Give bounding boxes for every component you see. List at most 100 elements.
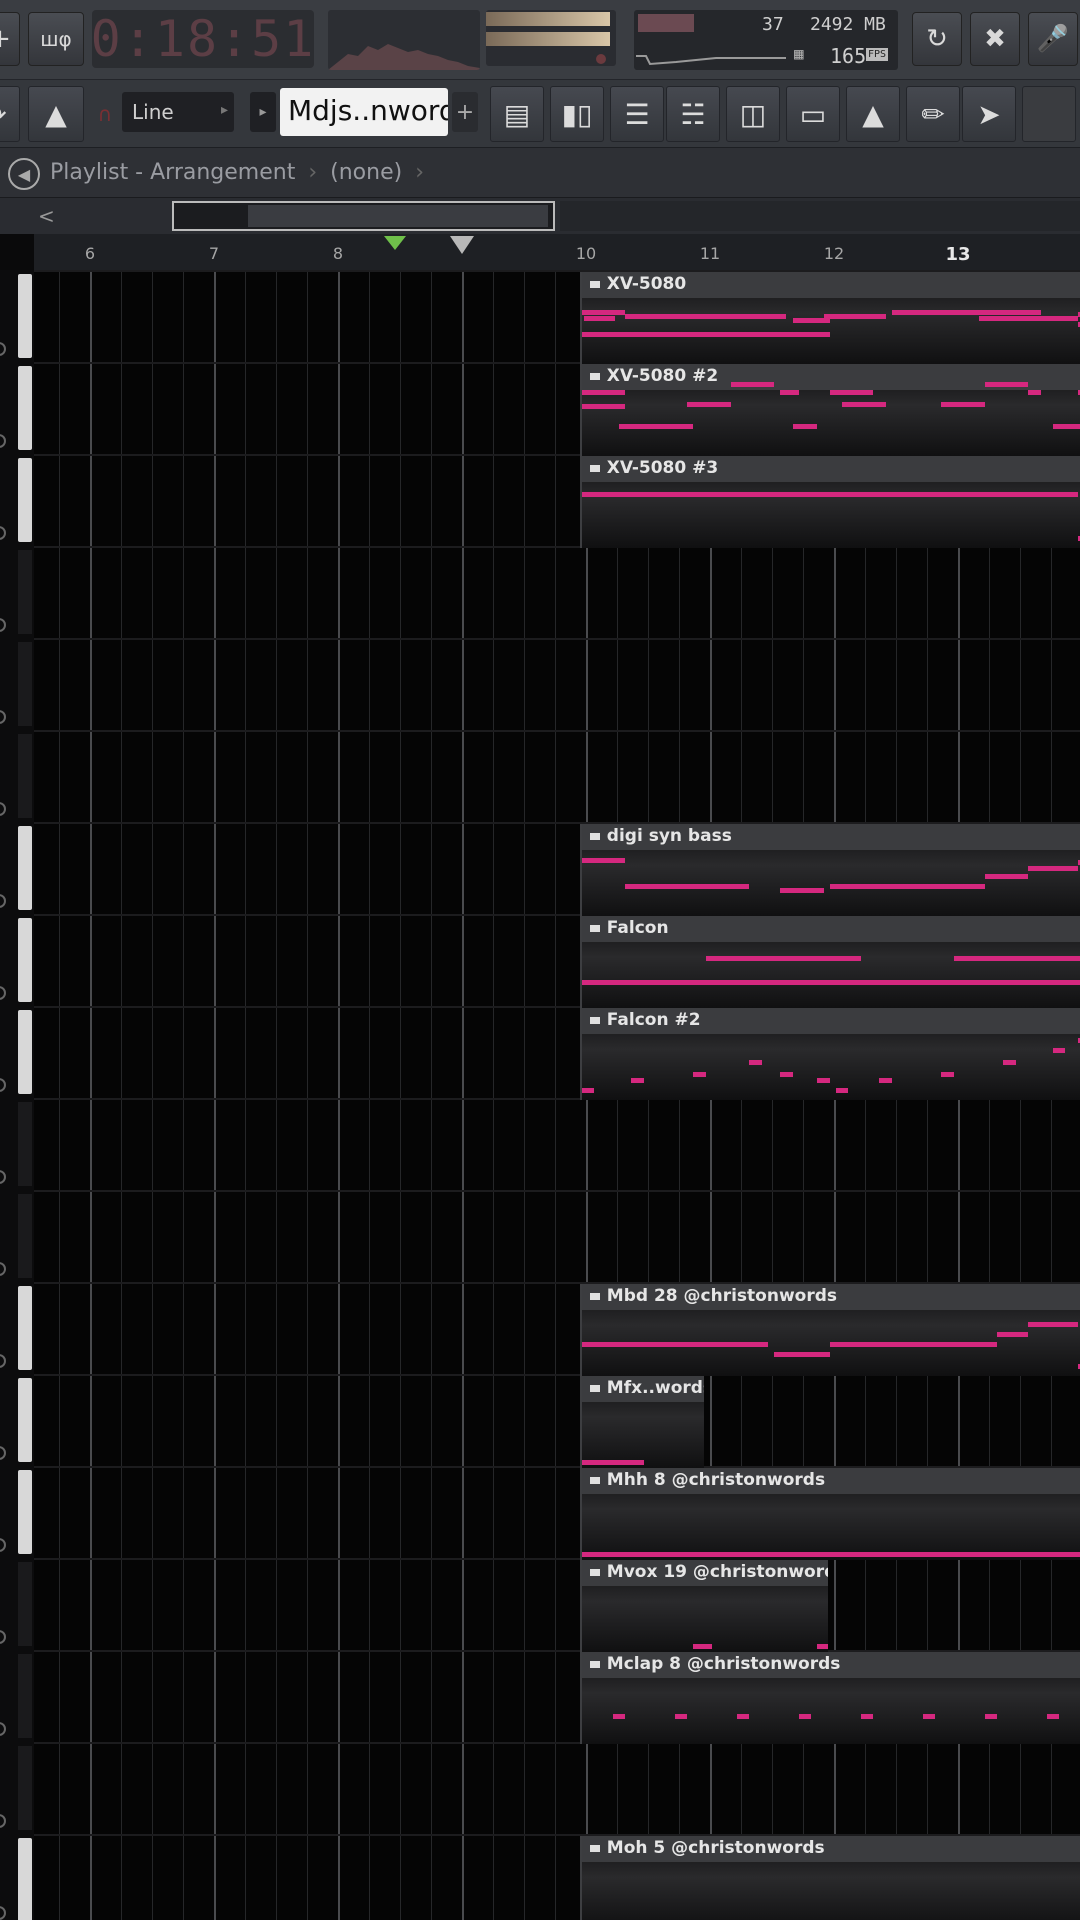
track-header[interactable]: [0, 1190, 34, 1282]
track-mute-knob-icon[interactable]: [0, 1354, 6, 1368]
add-button[interactable]: +: [0, 12, 20, 66]
pattern-clip[interactable]: Mvox 19 @christonwords: [579, 1560, 828, 1652]
cut-tool-button[interactable]: ✖: [970, 12, 1020, 66]
arrangement-selector[interactable]: (none): [330, 160, 402, 185]
clip-header[interactable]: Mbd 28 @christonwords: [581, 1284, 1080, 1310]
track-mute-knob-icon[interactable]: [0, 342, 6, 356]
track-mute-knob-icon[interactable]: [0, 986, 6, 1000]
clip-led-icon: [596, 54, 606, 64]
track-header[interactable]: [0, 546, 34, 638]
track-mute-knob-icon[interactable]: [0, 802, 6, 816]
track-mute-knob-icon[interactable]: [0, 1722, 6, 1736]
magnet-icon[interactable]: ∩: [92, 86, 118, 142]
piano-roll-icon[interactable]: ▮▯: [550, 86, 604, 142]
track-header[interactable]: [0, 1834, 34, 1920]
add-pattern-button[interactable]: +: [452, 92, 478, 132]
browser-icon[interactable]: ◫: [726, 86, 780, 142]
mixer-icon[interactable]: ☵: [666, 86, 720, 142]
track-mute-knob-icon[interactable]: [0, 1538, 6, 1552]
send-icon[interactable]: ➤: [962, 86, 1016, 142]
pattern-clip[interactable]: XV-5080 #3: [579, 456, 1080, 548]
pattern-clip[interactable]: XV-5080: [579, 272, 1080, 364]
track-header[interactable]: [0, 1650, 34, 1742]
pattern-prev-button[interactable]: ▸: [250, 92, 276, 132]
plugin-icon[interactable]: ▲: [846, 86, 900, 142]
track-header[interactable]: [0, 914, 34, 1006]
track-header[interactable]: [0, 270, 34, 362]
scroll-left-icon[interactable]: <: [38, 204, 55, 228]
track-mute-knob-icon[interactable]: [0, 710, 6, 724]
pattern-clip[interactable]: Moh 5 @christonwords: [579, 1836, 1080, 1920]
timeline-ruler[interactable]: 6 7 8 10 11 12 13: [34, 234, 1080, 270]
clip-header[interactable]: XV-5080: [581, 272, 1080, 298]
clip-header[interactable]: Mvox 19 @christonwords: [581, 1560, 828, 1586]
track-mute-knob-icon[interactable]: [0, 894, 6, 908]
clip-header[interactable]: digi syn bass: [581, 824, 1080, 850]
track-mute-knob-icon[interactable]: [0, 1630, 6, 1644]
record-mic-button[interactable]: 🎤: [1028, 12, 1078, 66]
output-oscilloscope[interactable]: [328, 10, 480, 70]
extra-tool-icon[interactable]: [1022, 86, 1076, 142]
track-header[interactable]: [0, 1006, 34, 1098]
clip-header[interactable]: Moh 5 @christonwords: [581, 1836, 1080, 1862]
paint-tool-icon[interactable]: ✏: [906, 86, 960, 142]
beat-gridline: [369, 270, 370, 1920]
scroll-thumb[interactable]: [172, 201, 555, 231]
track-mute-knob-icon[interactable]: [0, 526, 6, 540]
clip-header[interactable]: Mclap 8 @christonwords: [581, 1652, 1080, 1678]
clip-header[interactable]: Falcon: [581, 916, 1080, 942]
memory-readout: 2492 MB: [810, 14, 886, 35]
clip-header[interactable]: Mfx..words: [581, 1376, 704, 1402]
song-time-display[interactable]: 0:18:51: [91, 10, 314, 68]
pattern-clip[interactable]: Mclap 8 @christonwords: [579, 1652, 1080, 1744]
track-mute-knob-icon[interactable]: [0, 1170, 6, 1184]
snap-mode-select[interactable]: Line ▸: [122, 92, 234, 132]
track-mute-knob-icon[interactable]: [0, 1906, 6, 1920]
note-bar: [891, 310, 1041, 315]
pattern-clip[interactable]: Mfx..words: [579, 1376, 704, 1468]
track-header[interactable]: [0, 1098, 34, 1190]
track-header[interactable]: [0, 1742, 34, 1834]
undo-history-button[interactable]: ↻: [912, 12, 962, 66]
track-mute-knob-icon[interactable]: [0, 1446, 6, 1460]
beat-gridline: [276, 270, 277, 1920]
clip-header[interactable]: Falcon #2: [581, 1008, 1080, 1034]
track-header[interactable]: [0, 362, 34, 454]
clip-header[interactable]: Mhh 8 @christonwords: [581, 1468, 1080, 1494]
playlist-icon[interactable]: ▤: [490, 86, 544, 142]
track-header[interactable]: [0, 1466, 34, 1558]
channel-rack-icon[interactable]: ☰: [610, 86, 664, 142]
loop-start-marker[interactable]: [384, 236, 406, 250]
track-header[interactable]: [0, 454, 34, 546]
link-icon[interactable]: ↷: [0, 86, 20, 142]
pattern-clip[interactable]: Falcon: [579, 916, 1080, 1008]
track-header[interactable]: [0, 1558, 34, 1650]
hat-icon[interactable]: ▲: [28, 86, 84, 142]
clip-header[interactable]: XV-5080 #3: [581, 456, 1080, 482]
track-mute-knob-icon[interactable]: [0, 434, 6, 448]
pattern-clip[interactable]: XV-5080 #2: [579, 364, 1080, 456]
metronome-button[interactable]: шφ: [28, 12, 84, 66]
track-header[interactable]: [0, 1282, 34, 1374]
track-mute-knob-icon[interactable]: [0, 1262, 6, 1276]
pattern-clip[interactable]: Mbd 28 @christonwords: [579, 1284, 1080, 1376]
pattern-icon: [587, 828, 602, 842]
track-mute-knob-icon[interactable]: [0, 1078, 6, 1092]
clipboard-icon[interactable]: ▭: [786, 86, 840, 142]
song-position-marker[interactable]: [450, 236, 474, 254]
track-header[interactable]: [0, 822, 34, 914]
peak-meter: [486, 10, 616, 66]
pattern-clip[interactable]: Mhh 8 @christonwords: [579, 1468, 1080, 1560]
track-header[interactable]: [0, 638, 34, 730]
playlist-window-icon[interactable]: ◀: [8, 158, 40, 190]
overview-scrollbar[interactable]: <: [0, 198, 1080, 234]
pattern-clip[interactable]: digi syn bass: [579, 824, 1080, 916]
track-header[interactable]: [0, 1374, 34, 1466]
playlist-grid[interactable]: XV-5080 XV-5080 #2 XV-5080 #3 digi syn bass…: [34, 270, 1080, 1920]
pattern-selector[interactable]: Mdjs..nwords: [280, 88, 448, 136]
track-header[interactable]: [0, 730, 34, 822]
track-mute-knob-icon[interactable]: [0, 1814, 6, 1828]
track-mute-knob-icon[interactable]: [0, 618, 6, 632]
pattern-clip[interactable]: Falcon #2: [579, 1008, 1080, 1100]
transport-bar: + шφ 0:18:51 37 2492 MB 165 FPS ▦ ↻ ✖ 🎤: [0, 0, 1080, 80]
